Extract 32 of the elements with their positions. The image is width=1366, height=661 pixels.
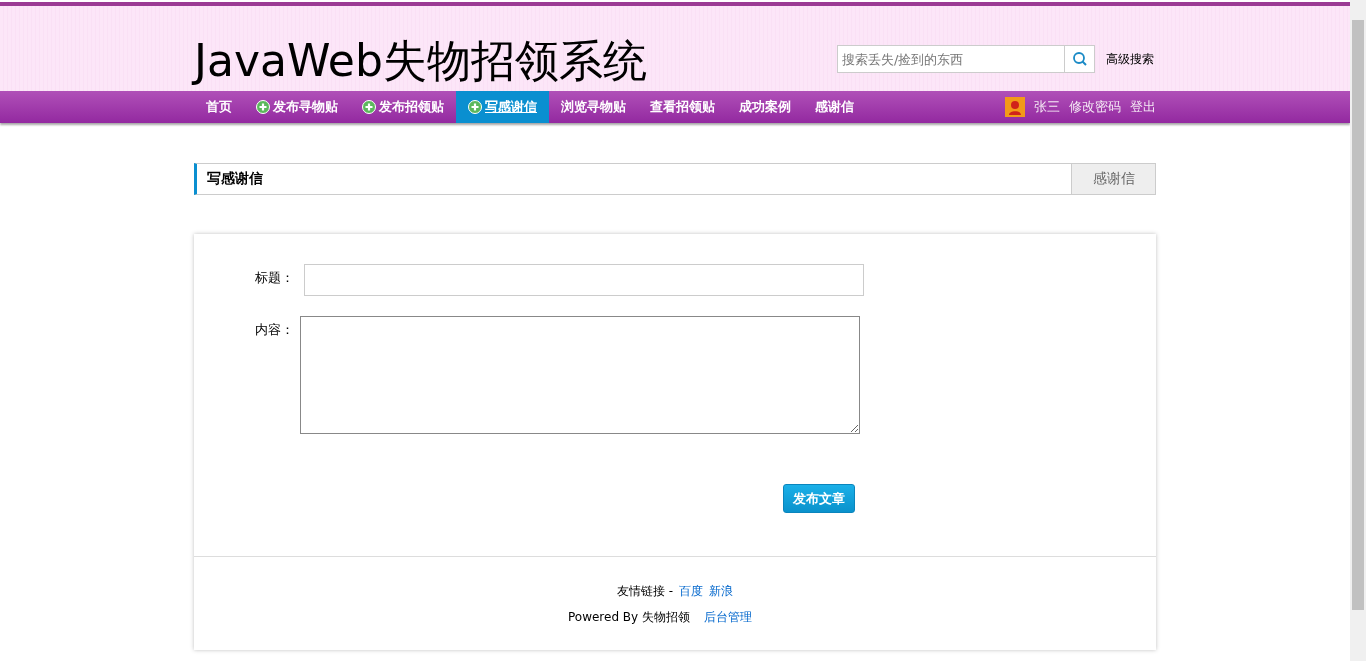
nav-tab[interactable]: 发布寻物贴 xyxy=(244,91,350,123)
plus-icon xyxy=(362,100,376,114)
friend-link[interactable]: 百度 xyxy=(679,583,704,600)
admin-link[interactable]: 后台管理 xyxy=(704,609,752,626)
nav-tab[interactable]: 浏览寻物贴 xyxy=(549,91,638,123)
username: 张三 xyxy=(1034,98,1060,116)
search-icon xyxy=(1071,51,1088,67)
user-link[interactable]: 修改密码 xyxy=(1069,98,1121,116)
nav-tab[interactable]: 感谢信 xyxy=(803,91,866,123)
nav-tab[interactable]: 写感谢信 xyxy=(456,91,549,123)
friend-link[interactable]: 新浪 xyxy=(709,583,734,600)
user-link[interactable]: 登出 xyxy=(1130,98,1156,116)
title-input[interactable] xyxy=(304,264,864,296)
plus-icon xyxy=(468,100,482,114)
section-tab[interactable]: 感谢信 xyxy=(1071,164,1155,194)
content-textarea[interactable] xyxy=(300,316,860,434)
publish-button[interactable]: 发布文章 xyxy=(783,484,855,513)
field-label: 标题： xyxy=(254,269,294,287)
nav-tab[interactable]: 成功案例 xyxy=(727,91,803,123)
nav-tab[interactable]: 查看招领贴 xyxy=(638,91,727,123)
nav-tab[interactable]: 发布招领贴 xyxy=(350,91,456,123)
avatar-icon xyxy=(1005,97,1025,117)
plus-icon xyxy=(256,100,270,114)
scrollbar[interactable] xyxy=(1350,0,1366,661)
section-title: 写感谢信 xyxy=(206,169,264,188)
links-label: 友情链接 - xyxy=(616,583,674,600)
advanced-search-link[interactable]: 高级搜索 xyxy=(1106,50,1154,68)
search-button[interactable] xyxy=(1065,45,1095,73)
field-label: 内容： xyxy=(254,321,294,339)
search-field[interactable]: 搜索丢失/捡到的东西 xyxy=(837,45,1065,73)
powered-by-text: Powered By 失物招领 xyxy=(568,609,690,626)
nav-tab[interactable]: 首页 xyxy=(194,91,244,123)
